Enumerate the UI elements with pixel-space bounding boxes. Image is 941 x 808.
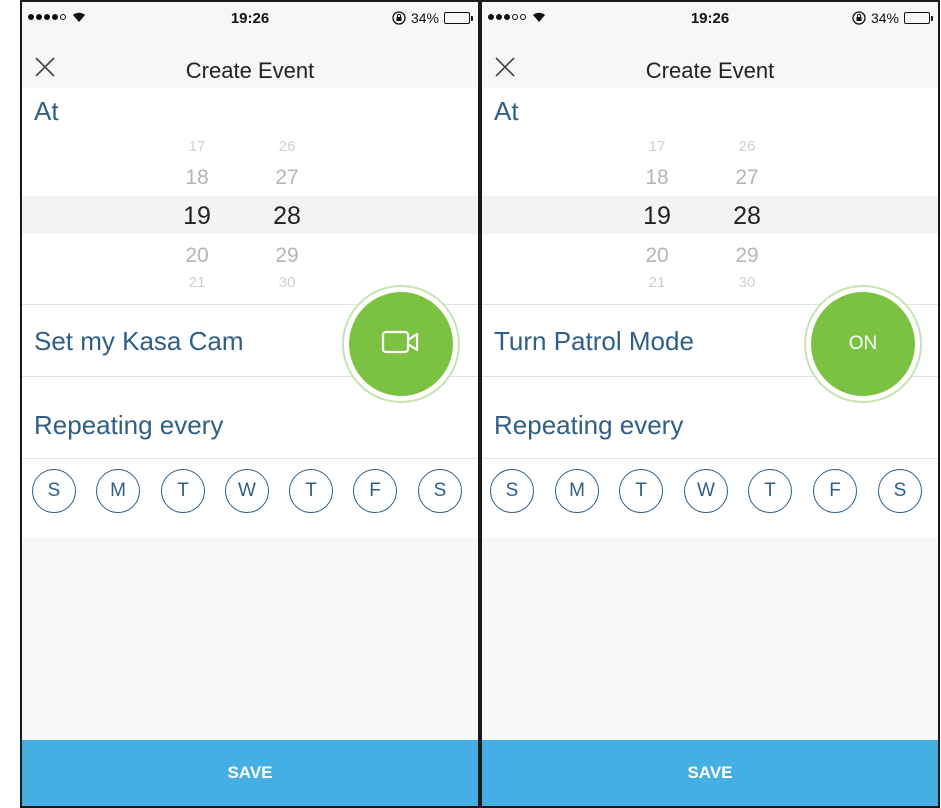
divider [482, 458, 938, 459]
day-sunday[interactable]: S [490, 469, 534, 513]
day-thursday[interactable]: T [289, 469, 333, 513]
battery-icon [904, 12, 933, 24]
selected-hour: 19 [183, 202, 211, 230]
page-title: Create Event [185, 58, 315, 83]
picker-value: 26 [278, 138, 296, 155]
picker-value: 30 [278, 274, 296, 291]
camera-action-button[interactable] [349, 292, 453, 396]
picker-value: 29 [735, 244, 759, 267]
minute-wheel[interactable]: 26 27 28 29 30 [262, 134, 312, 302]
day-friday[interactable]: F [813, 469, 857, 513]
picker-value: 21 [648, 274, 666, 291]
day-friday[interactable]: F [353, 469, 397, 513]
selected-minute: 28 [733, 202, 761, 230]
picker-selection-band [482, 196, 938, 234]
picker-value: 21 [188, 274, 206, 291]
picker-value: 20 [185, 244, 209, 267]
rotation-lock-icon [392, 11, 406, 25]
video-camera-icon [381, 329, 421, 360]
screen-set-kasa-cam: 19:26 34% Create Event At 17 18 19 20 21 [20, 0, 480, 808]
picker-value: 18 [645, 166, 669, 189]
hour-wheel[interactable]: 17 18 19 20 21 [172, 134, 222, 302]
day-monday[interactable]: M [96, 469, 140, 513]
picker-value: 30 [738, 274, 756, 291]
status-bar: 19:26 34% [482, 2, 938, 36]
picker-selection-band [22, 196, 478, 234]
rotation-lock-icon [852, 11, 866, 25]
save-button[interactable]: SAVE [482, 740, 938, 806]
picker-value: 17 [648, 138, 666, 155]
weekday-selector: S M T W T F S [482, 463, 938, 523]
weekday-selector: S M T W T F S [22, 463, 478, 523]
picker-value: 26 [738, 138, 756, 155]
day-wednesday[interactable]: W [225, 469, 269, 513]
picker-value: 27 [275, 166, 299, 189]
selected-hour: 19 [643, 202, 671, 230]
picker-value: 17 [188, 138, 206, 155]
time-picker[interactable]: 17 18 19 20 21 26 27 28 29 30 [482, 134, 938, 302]
hour-wheel[interactable]: 17 18 19 20 21 [632, 134, 682, 302]
picker-value: 20 [645, 244, 669, 267]
divider [22, 458, 478, 459]
day-tuesday[interactable]: T [619, 469, 663, 513]
battery-percent: 34% [870, 10, 899, 26]
battery-icon [444, 12, 473, 24]
toggle-state-label: ON [848, 333, 878, 354]
selected-minute: 28 [273, 202, 301, 230]
save-button[interactable]: SAVE [22, 740, 478, 806]
time-picker[interactable]: 17 18 19 20 21 26 27 28 29 30 [22, 134, 478, 302]
at-label: At [34, 96, 59, 126]
repeat-label: Repeating every [34, 410, 224, 440]
patrol-mode-toggle-button[interactable]: ON [811, 292, 915, 396]
nav-bar: Create Event [22, 36, 478, 88]
day-saturday[interactable]: S [878, 469, 922, 513]
day-wednesday[interactable]: W [684, 469, 728, 513]
screen-patrol-mode: 19:26 34% Create Event At 17 18 19 20 21 [480, 0, 940, 808]
day-sunday[interactable]: S [32, 469, 76, 513]
picker-value: 27 [735, 166, 759, 189]
nav-bar: Create Event [482, 36, 938, 88]
picker-value: 29 [275, 244, 299, 267]
patrol-mode-ring: ON [804, 285, 922, 403]
event-form: At 17 18 19 20 21 26 27 28 29 30 Set my … [22, 88, 478, 538]
minute-wheel[interactable]: 26 27 28 29 30 [722, 134, 772, 302]
camera-action-ring [342, 285, 460, 403]
status-bar: 19:26 34% [22, 2, 478, 36]
day-saturday[interactable]: S [418, 469, 462, 513]
repeat-label: Repeating every [494, 410, 684, 440]
battery-percent: 34% [410, 10, 439, 26]
page-title: Create Event [645, 58, 775, 83]
event-form: At 17 18 19 20 21 26 27 28 29 30 Turn Pa… [482, 88, 938, 538]
at-label: At [494, 96, 519, 126]
action-label: Turn Patrol Mode [494, 326, 694, 356]
day-tuesday[interactable]: T [161, 469, 205, 513]
day-monday[interactable]: M [555, 469, 599, 513]
action-label: Set my Kasa Cam [34, 326, 244, 356]
picker-value: 18 [185, 166, 209, 189]
day-thursday[interactable]: T [748, 469, 792, 513]
